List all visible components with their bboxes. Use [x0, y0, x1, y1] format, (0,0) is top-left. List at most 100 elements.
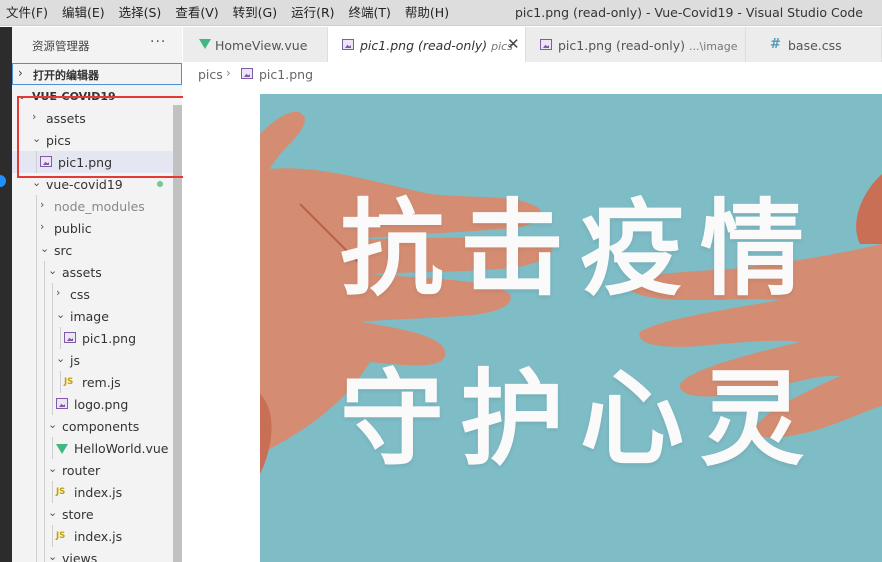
indent-guide — [44, 283, 45, 305]
chevron-down-icon: ⌄ — [48, 462, 58, 475]
indent-guide — [44, 525, 45, 547]
indent-guide — [36, 283, 37, 305]
indent-guide — [44, 393, 45, 415]
tree-folder-public[interactable]: › public — [12, 217, 182, 239]
indent-guide — [36, 239, 37, 261]
image-file-icon — [342, 39, 354, 50]
tree-file-helloworld-vue[interactable]: HelloWorld.vue — [12, 437, 182, 459]
chevron-right-icon: › — [226, 66, 231, 80]
indent-guide — [44, 481, 45, 503]
menu-run[interactable]: 运行(R) — [284, 0, 341, 26]
image-file-icon — [64, 332, 76, 343]
menu-selection[interactable]: 选择(S) — [112, 0, 169, 26]
tree-folder-assets[interactable]: ⌄ assets — [12, 261, 182, 283]
indent-guide — [52, 327, 53, 349]
tree-folder-store[interactable]: ⌄ store — [12, 503, 182, 525]
tree-folder-components[interactable]: ⌄ components — [12, 415, 182, 437]
indent-guide — [36, 327, 37, 349]
tab-base-css[interactable]: # base.css — [746, 27, 882, 62]
tree-item-label: router — [62, 463, 101, 478]
tree-folder-image[interactable]: ⌄ image — [12, 305, 182, 327]
indent-guide — [52, 525, 53, 547]
vue-file-icon — [56, 444, 68, 454]
indent-guide — [52, 371, 53, 393]
tree-folder-js[interactable]: ⌄ js — [12, 349, 182, 371]
tree-file-logo-png[interactable]: logo.png — [12, 393, 182, 415]
indent-guide — [44, 437, 45, 459]
indent-guide — [44, 371, 45, 393]
indent-guide — [52, 305, 53, 327]
image-file-icon — [540, 39, 552, 50]
close-icon[interactable]: ✕ — [507, 35, 520, 53]
breadcrumb-folder[interactable]: pics — [198, 67, 223, 82]
tree-file-rem-js[interactable]: JS rem.js — [12, 371, 182, 393]
indent-guide — [60, 371, 61, 393]
menu-edit[interactable]: 编辑(E) — [55, 0, 112, 26]
css-file-icon: # — [770, 37, 781, 52]
indent-guide — [44, 349, 45, 371]
tree-item-label: public — [54, 221, 92, 236]
tab-label: pic1.png (read-only) — [558, 38, 686, 53]
image-preview[interactable]: 抗击疫情 守护心灵 — [260, 94, 882, 562]
tab-pic1-image[interactable]: pic1.png (read-only) ...\image — [526, 27, 746, 62]
more-actions-icon[interactable]: ··· — [150, 34, 166, 50]
tree-folder-css[interactable]: › css — [12, 283, 182, 305]
indent-guide — [36, 525, 37, 547]
indent-guide — [36, 393, 37, 415]
window-title: pic1.png (read-only) - Vue-Covid19 - Vis… — [515, 5, 863, 20]
indent-guide — [36, 305, 37, 327]
tree-item-label: vue-covid19 — [46, 177, 123, 192]
indent-guide — [36, 261, 37, 283]
tab-label: pic1.png (read-only) — [360, 38, 488, 53]
menu-bar: 文件(F) 编辑(E) 选择(S) 查看(V) 转到(G) 运行(R) 终端(T… — [0, 0, 456, 26]
indent-guide — [36, 415, 37, 437]
tree-item-label: logo.png — [74, 397, 129, 412]
chevron-right-icon: › — [56, 286, 61, 299]
tree-file-pic1-png[interactable]: pic1.png — [12, 327, 182, 349]
indent-guide — [36, 503, 37, 525]
tree-item-label: store — [62, 507, 94, 522]
tree-item-label: rem.js — [82, 375, 121, 390]
chevron-right-icon: › — [18, 66, 23, 80]
tab-description: ...\image — [689, 40, 738, 53]
indent-guide — [52, 437, 53, 459]
tree-file-index-js[interactable]: JS index.js — [12, 481, 182, 503]
menu-file[interactable]: 文件(F) — [0, 0, 55, 26]
tab-pic1-pics[interactable]: pic1.png (read-only) pics ✕ — [328, 27, 526, 62]
tree-folder-src[interactable]: ⌄ src — [12, 239, 182, 261]
modified-dot-icon — [157, 181, 163, 187]
js-file-icon: JS — [64, 377, 74, 387]
indent-guide — [36, 371, 37, 393]
explorer-title: 资源管理器 — [32, 39, 90, 53]
chevron-down-icon: ⌄ — [48, 264, 58, 277]
indent-guide — [36, 459, 37, 481]
tree-item-label: index.js — [74, 485, 123, 500]
indent-guide — [36, 547, 37, 562]
tree-item-label: views — [62, 551, 98, 562]
tree-folder-node-modules[interactable]: › node_modules — [12, 195, 182, 217]
image-file-icon — [241, 68, 253, 79]
image-file-icon — [56, 398, 68, 409]
menu-view[interactable]: 查看(V) — [168, 0, 225, 26]
activity-badge-icon[interactable] — [0, 175, 6, 187]
poster-text-line2: 守护心灵 — [340, 358, 821, 480]
indent-guide — [44, 261, 45, 283]
indent-guide — [60, 327, 61, 349]
tab-homeview[interactable]: HomeView.vue — [183, 27, 328, 62]
js-file-icon: JS — [56, 487, 66, 497]
menu-help[interactable]: 帮助(H) — [398, 0, 456, 26]
tree-folder-router[interactable]: ⌄ router — [12, 459, 182, 481]
menu-terminal[interactable]: 终端(T) — [342, 0, 398, 26]
menu-go[interactable]: 转到(G) — [226, 0, 284, 26]
tree-item-label: index.js — [74, 529, 123, 544]
tree-folder-views[interactable]: ⌄ views — [12, 547, 182, 562]
breadcrumb-file[interactable]: pic1.png — [259, 67, 313, 82]
tree-item-label: components — [62, 419, 140, 434]
open-editors-section[interactable]: › 打开的编辑器 — [12, 63, 182, 85]
chevron-down-icon: ⌄ — [48, 506, 58, 519]
chevron-down-icon: ⌄ — [40, 242, 50, 255]
tree-file-index-js[interactable]: JS index.js — [12, 525, 182, 547]
tree-item-label: pic1.png — [82, 331, 136, 346]
poster-text-line1: 抗击疫情 — [340, 188, 821, 310]
indent-guide — [52, 393, 53, 415]
